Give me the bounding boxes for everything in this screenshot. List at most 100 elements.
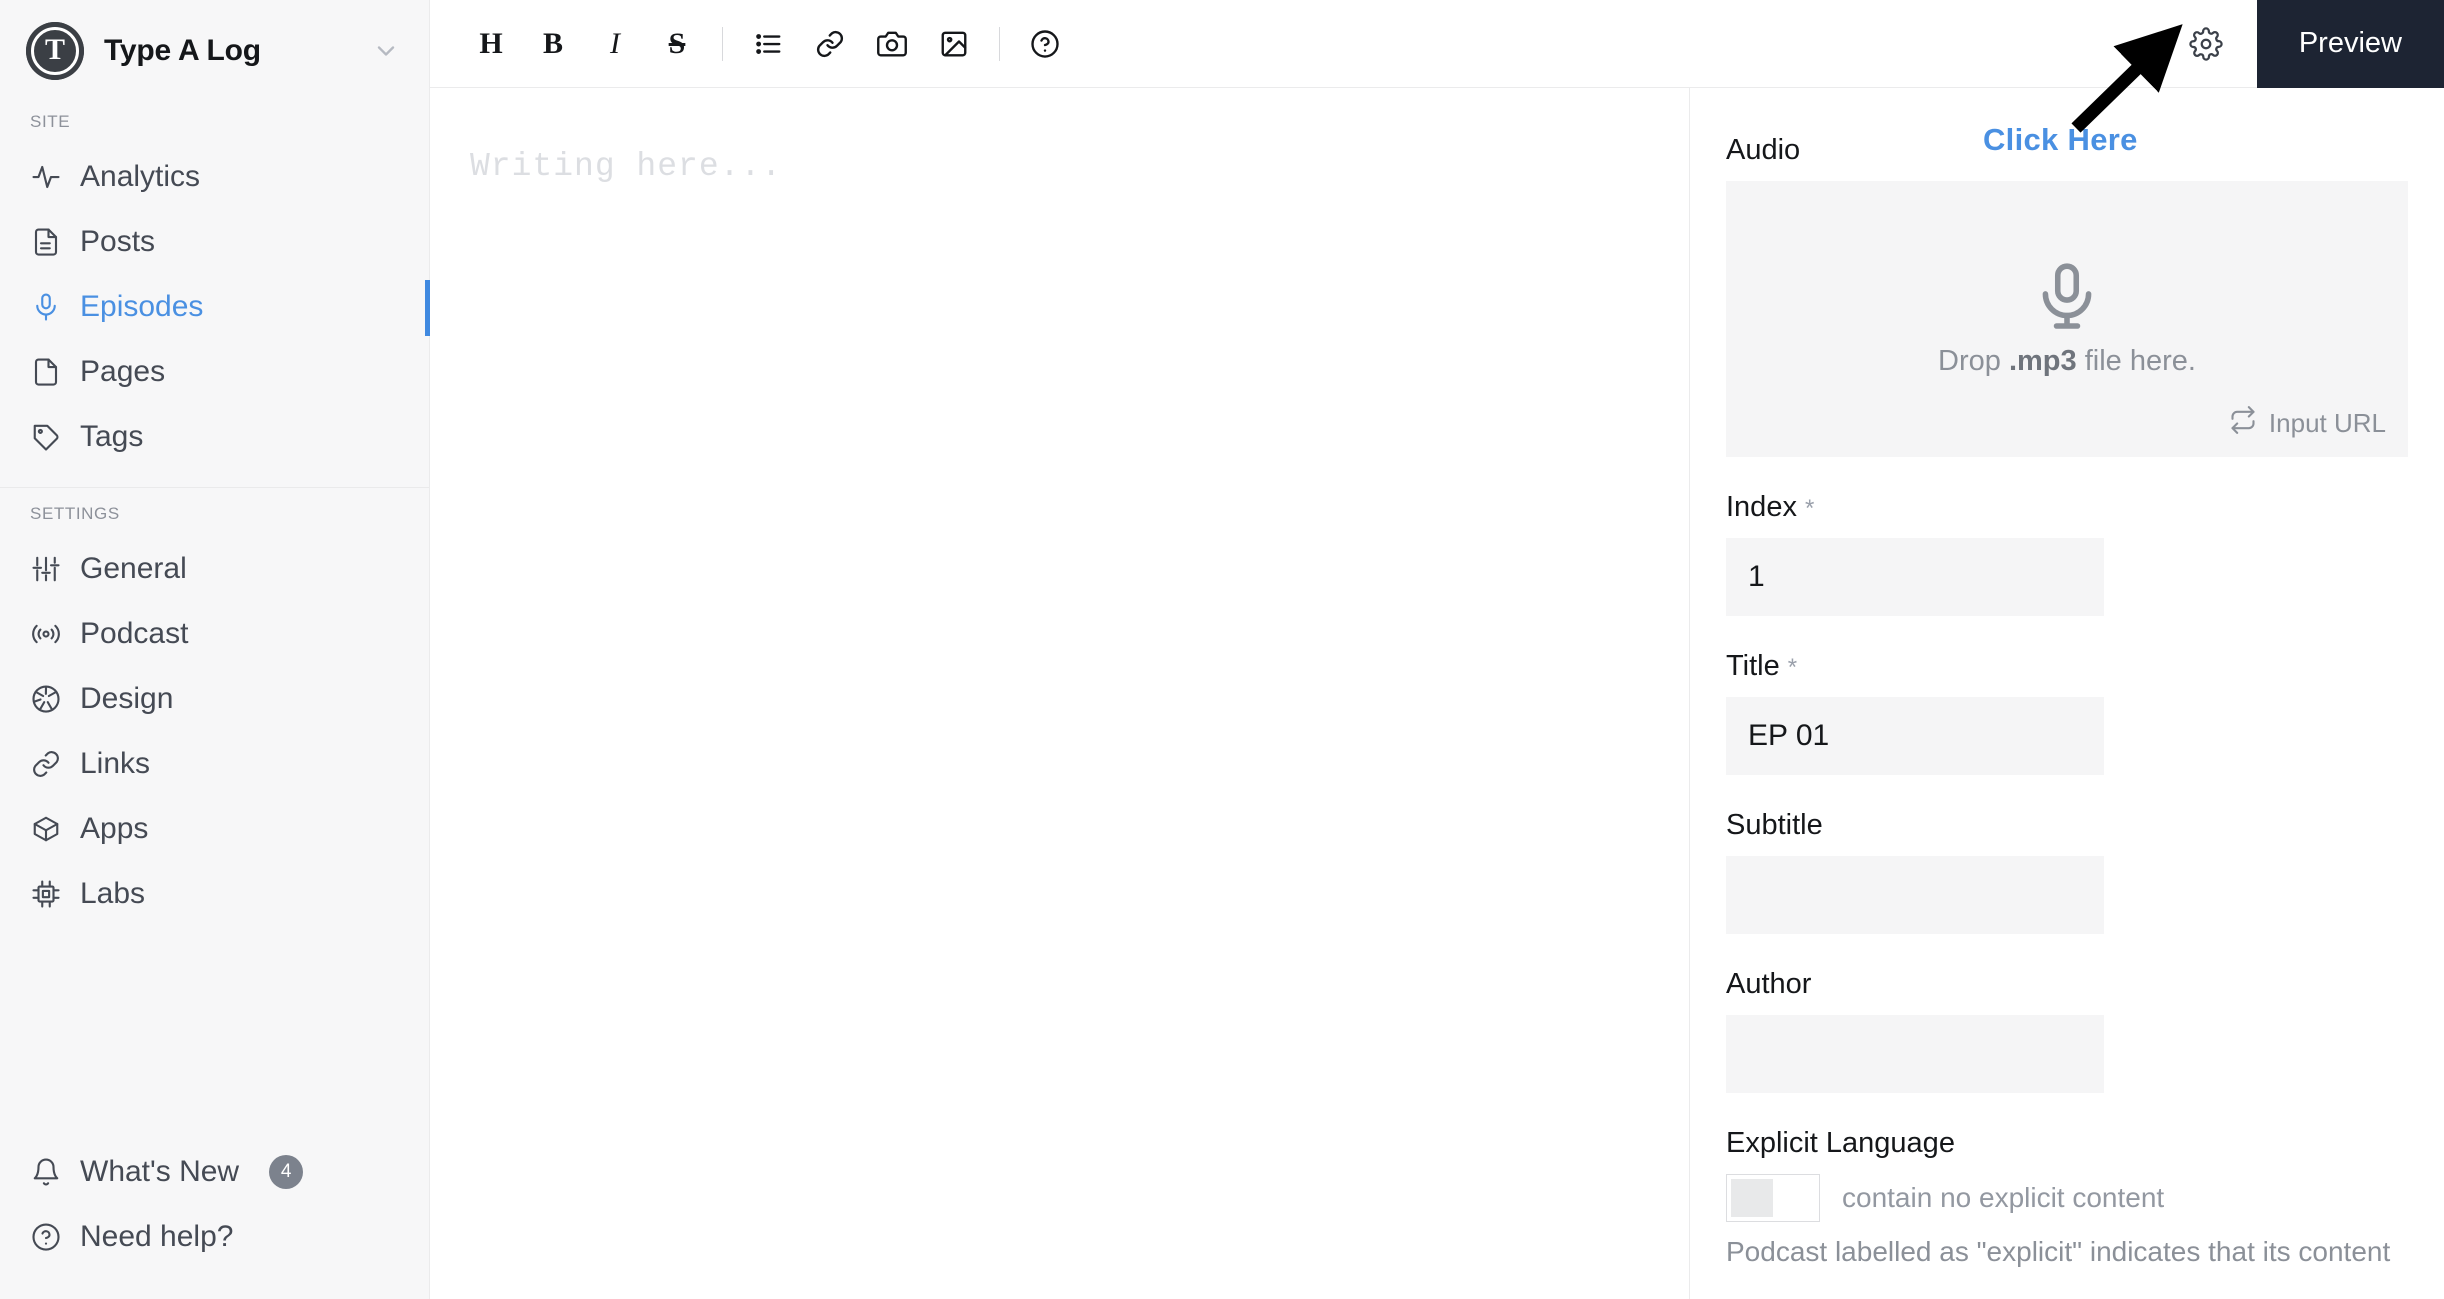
sidebar-item-label: Tags — [80, 419, 144, 453]
toolbar-divider — [999, 26, 1000, 61]
tag-icon — [30, 421, 62, 453]
click-here-annotation: Click Here — [1983, 122, 2138, 157]
microphone-icon — [30, 291, 62, 323]
sidebar: T Type A Log SITE Analytics Posts Episod… — [0, 0, 430, 1299]
sidebar-item-need-help[interactable]: Need help? — [0, 1204, 429, 1269]
subtitle-label: Subtitle — [1726, 809, 1823, 841]
sliders-icon — [30, 553, 62, 585]
index-label: Index * — [1726, 491, 2408, 524]
sidebar-item-podcast[interactable]: Podcast — [0, 601, 429, 666]
sidebar-item-label: What's New — [80, 1154, 240, 1188]
bold-button[interactable]: B — [522, 13, 584, 75]
sidebar-item-posts[interactable]: Posts — [0, 209, 429, 274]
index-field: Index * 1 — [1726, 491, 2408, 616]
sidebar-item-tags[interactable]: Tags — [0, 404, 429, 469]
sidebar-item-label: Apps — [80, 811, 149, 845]
sidebar-item-label: Links — [80, 746, 151, 780]
subtitle-input[interactable] — [1726, 856, 2104, 934]
drop-file-ext: .mp3 — [2008, 345, 2077, 377]
sidebar-item-pages[interactable]: Pages — [0, 339, 429, 404]
bell-icon — [30, 1156, 62, 1188]
sidebar-item-label: General — [80, 551, 187, 585]
topbar-actions: Preview — [2173, 0, 2444, 88]
link-icon — [30, 748, 62, 780]
nav-section-site: SITE Analytics Posts Episodes Pages Tags — [0, 96, 430, 488]
link-button[interactable] — [799, 13, 861, 75]
author-input[interactable] — [1726, 1015, 2104, 1093]
sidebar-item-label: Need help? — [80, 1219, 234, 1253]
explicit-hint-text: Podcast labelled as "explicit" indicates… — [1726, 1236, 2391, 1267]
explicit-checkbox-label: contain no explicit content — [1842, 1182, 2165, 1213]
camera-button[interactable] — [861, 13, 923, 75]
title-label-text: Title — [1726, 650, 1780, 682]
sidebar-item-design[interactable]: Design — [0, 666, 429, 731]
nav-section-settings: SETTINGS General Podcast Design Links Ap… — [0, 488, 429, 944]
preview-button[interactable]: Preview — [2256, 0, 2444, 88]
gear-icon[interactable] — [2173, 11, 2239, 77]
audio-dropzone[interactable]: Drop .mp3 file here. Input URL — [1726, 181, 2408, 457]
post-editor[interactable]: Writing here... — [430, 88, 1690, 1299]
swap-icon — [2229, 406, 2257, 441]
document-text-icon — [30, 226, 62, 258]
broadcast-icon — [30, 618, 62, 650]
bullet-list-button[interactable] — [737, 13, 799, 75]
whats-new-badge: 4 — [269, 1154, 304, 1189]
question-circle-icon — [30, 1221, 62, 1253]
activity-icon — [30, 161, 62, 193]
input-url-button[interactable]: Input URL — [2229, 406, 2386, 441]
aperture-icon — [30, 683, 62, 715]
title-label: Title * — [1726, 650, 2408, 683]
strikethrough-button[interactable]: S — [646, 13, 708, 75]
input-url-label: Input URL — [2268, 408, 2386, 438]
site-title: Type A Log — [104, 34, 261, 67]
main-area: H B I S Preview Writing here... Audio Dr… — [430, 0, 2444, 1299]
explicit-toggle-row: contain no explicit content — [1726, 1174, 2408, 1222]
nav-heading-settings: SETTINGS — [30, 504, 120, 523]
sidebar-item-episodes[interactable]: Episodes — [0, 274, 430, 339]
editor-placeholder: Writing here... — [470, 148, 783, 185]
sidebar-item-label: Analytics — [80, 159, 201, 193]
explicit-language-field: Explicit Language contain no explicit co… — [1726, 1127, 2408, 1273]
formatting-toolbar: H B I S — [460, 13, 1076, 75]
drop-prefix: Drop — [1938, 345, 2009, 377]
explicit-language-label: Explicit Language — [1726, 1127, 1955, 1159]
heading-button[interactable]: H — [460, 13, 522, 75]
required-marker: * — [1787, 654, 1798, 681]
episode-settings-panel: Audio Drop .mp3 file here. Input URL Ind… — [1690, 88, 2444, 1299]
index-input[interactable]: 1 — [1726, 538, 2104, 616]
italic-button[interactable]: I — [584, 13, 646, 75]
toolbar-divider — [722, 26, 723, 61]
sidebar-item-label: Design — [80, 681, 174, 715]
index-label-text: Index — [1726, 491, 1797, 523]
sidebar-footer: What's New 4 Need help? — [0, 1139, 429, 1299]
sidebar-item-analytics[interactable]: Analytics — [0, 144, 429, 209]
dropzone-text: Drop .mp3 file here. — [1938, 345, 2196, 378]
required-marker: * — [1804, 495, 1815, 522]
image-button[interactable] — [923, 13, 985, 75]
app-root: T Type A Log SITE Analytics Posts Episod… — [0, 0, 2444, 1299]
sidebar-item-general[interactable]: General — [0, 536, 429, 601]
sidebar-item-labs[interactable]: Labs — [0, 861, 429, 926]
editor-toolbar: H B I S Preview — [430, 0, 2444, 88]
sidebar-item-label: Pages — [80, 354, 166, 388]
file-icon — [30, 356, 62, 388]
explicit-toggle[interactable] — [1726, 1174, 1820, 1222]
title-input[interactable]: EP 01 — [1726, 697, 2104, 775]
sidebar-item-label: Labs — [80, 876, 146, 910]
drop-suffix: file here. — [2076, 345, 2196, 377]
sidebar-item-label: Episodes — [80, 289, 204, 323]
chip-icon — [30, 878, 62, 910]
sidebar-item-whats-new[interactable]: What's New 4 — [0, 1139, 429, 1204]
title-field: Title * EP 01 — [1726, 650, 2408, 775]
workspace: Writing here... Audio Drop .mp3 file her… — [430, 88, 2444, 1299]
chevron-down-icon[interactable] — [369, 34, 403, 68]
sidebar-item-apps[interactable]: Apps — [0, 796, 429, 861]
package-icon — [30, 813, 62, 845]
audio-field: Audio Drop .mp3 file here. Input URL — [1726, 134, 2408, 457]
nav-heading-site: SITE — [30, 112, 71, 131]
brand-header[interactable]: T Type A Log — [0, 0, 429, 96]
sidebar-item-links[interactable]: Links — [0, 731, 429, 796]
help-button[interactable] — [1014, 13, 1076, 75]
sidebar-item-label: Podcast — [80, 616, 189, 650]
